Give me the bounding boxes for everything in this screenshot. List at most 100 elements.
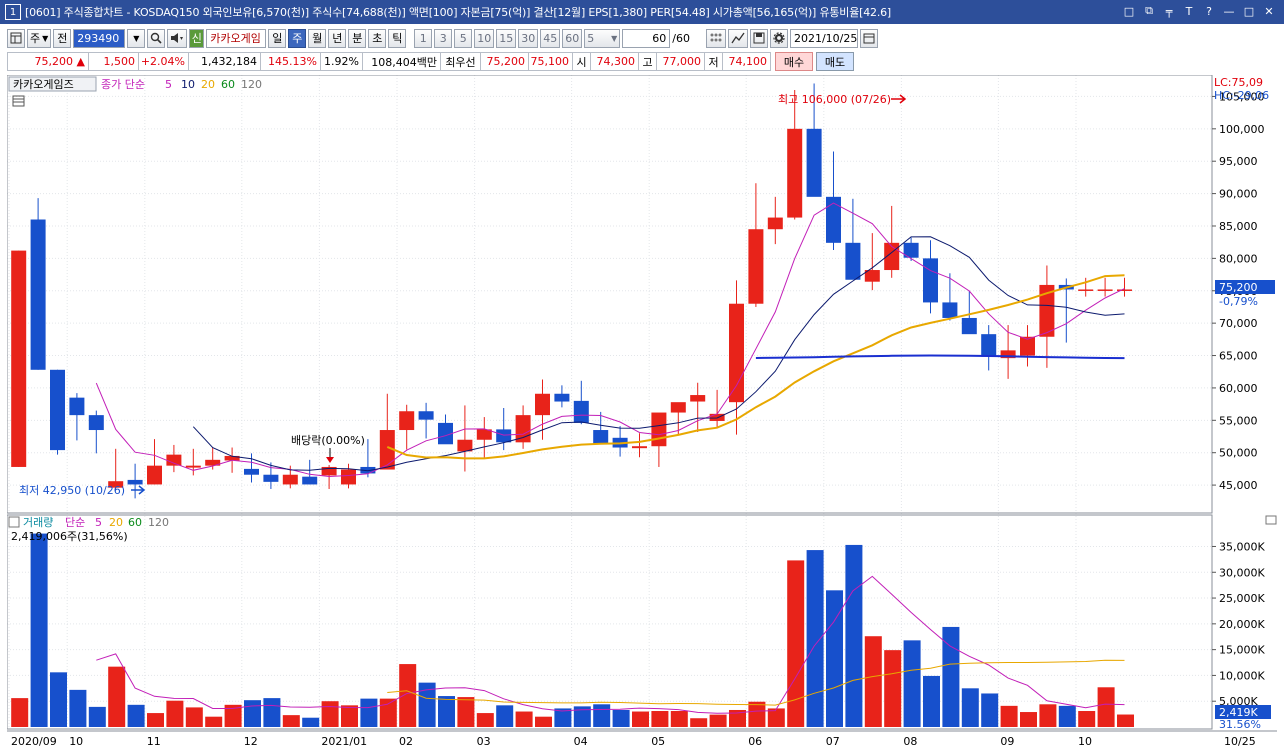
- interval-30-button[interactable]: 30: [518, 28, 539, 48]
- view-count-input[interactable]: 60: [622, 28, 671, 48]
- candle-body: [11, 250, 27, 467]
- text-tool-icon[interactable]: T: [1182, 3, 1196, 19]
- interval-3-button[interactable]: 3: [434, 28, 453, 48]
- stock-name-field[interactable]: 카카오게임: [206, 28, 267, 48]
- volume-bar: [806, 550, 824, 727]
- vol-ma5-legend: 5: [95, 516, 102, 529]
- window-number-badge[interactable]: 1: [5, 4, 21, 20]
- period-week-button[interactable]: 주: [288, 28, 307, 48]
- date-input[interactable]: 2021/10/25: [789, 28, 858, 48]
- candle-body: [535, 393, 550, 416]
- prev-button[interactable]: 전: [53, 28, 72, 48]
- link-window-icon[interactable]: ⧉: [1142, 3, 1156, 19]
- interval-10-button[interactable]: 10: [474, 28, 495, 48]
- view-count-value: 60: [652, 31, 667, 45]
- panel-close-icon[interactable]: [1265, 515, 1277, 525]
- period-minute-button[interactable]: 분: [348, 28, 367, 48]
- candle-body: [185, 465, 201, 468]
- volume-bar: [593, 704, 611, 727]
- volume-bar: [457, 697, 475, 727]
- search-icon[interactable]: [147, 28, 166, 48]
- volume-bar: [787, 560, 805, 727]
- interval-5-button[interactable]: 5: [454, 28, 473, 48]
- interval-select-value: 5: [587, 31, 595, 45]
- help-icon[interactable]: ?: [1202, 3, 1216, 19]
- candle-body: [670, 402, 686, 413]
- tool-grid-icon[interactable]: [705, 28, 726, 48]
- draw-tool-icon[interactable]: [727, 28, 748, 48]
- price-tick-label: 100,000: [1219, 123, 1265, 136]
- volume-bar: [612, 709, 630, 727]
- candle-body: [961, 317, 977, 335]
- volume-bar: [50, 672, 67, 727]
- volume-bar: [884, 650, 902, 727]
- candle-body: [806, 128, 822, 197]
- ma10-legend: 10: [181, 78, 195, 91]
- code-dropdown-button[interactable]: ▼: [127, 28, 146, 48]
- pin-icon[interactable]: ╤: [1162, 3, 1176, 19]
- volume-tick-label: 25,000K: [1219, 592, 1265, 605]
- maximize-icon[interactable]: □: [1242, 3, 1256, 19]
- minimize-icon[interactable]: —: [1222, 3, 1236, 19]
- low-label: 저: [705, 52, 723, 71]
- date-tick-label: 02: [399, 735, 413, 748]
- quote-info-bar: 75,200 ▲ 1,500 +2.04% 1,432,184 145.13% …: [0, 51, 1284, 72]
- chart-area[interactable]: 105,000100,00095,00090,00085,00080,00075…: [6, 74, 1277, 752]
- layout-icon-glyph: [10, 32, 22, 44]
- gear-icon-glyph: [773, 32, 785, 44]
- chevron-down-icon: ▼: [42, 33, 49, 43]
- candle-body: [651, 412, 667, 447]
- sell-button[interactable]: 매도: [816, 52, 854, 71]
- speaker-icon[interactable]: [167, 28, 188, 48]
- date-tick-label: 03: [477, 735, 491, 748]
- ma20-legend: 20: [201, 78, 215, 91]
- period-month-button[interactable]: 월: [308, 28, 327, 48]
- cycle-select[interactable]: 주 ▼: [27, 28, 52, 48]
- high-label: 고: [639, 52, 657, 71]
- interval-1-button[interactable]: 1: [414, 28, 433, 48]
- hc-label: HC:-29,06: [1214, 89, 1269, 102]
- candle-body: [942, 302, 958, 318]
- gear-icon[interactable]: [769, 28, 788, 48]
- close-icon[interactable]: ✕: [1262, 3, 1276, 19]
- candle-body: [244, 468, 259, 475]
- candle-body: [127, 479, 143, 485]
- volume-bar: [166, 700, 184, 727]
- save-icon[interactable]: [749, 28, 768, 48]
- up-arrow-icon: ▲: [76, 55, 85, 68]
- candle-body: [767, 217, 783, 230]
- candle-body: [30, 219, 46, 370]
- layout-icon[interactable]: [7, 28, 25, 48]
- candle-body: [729, 303, 744, 403]
- interval-60-button[interactable]: 60: [562, 28, 583, 48]
- candle-body: [826, 196, 841, 243]
- period-year-button[interactable]: 년: [328, 28, 347, 48]
- candle-body: [399, 411, 415, 431]
- period-second-button[interactable]: 초: [368, 28, 387, 48]
- period-tick-button[interactable]: 틱: [388, 28, 407, 48]
- volume-bar: [360, 698, 378, 727]
- buy-button[interactable]: 매수: [775, 52, 813, 71]
- price-tick-label: 45,000: [1219, 479, 1258, 492]
- interval-15-button[interactable]: 15: [496, 28, 517, 48]
- volume-bar: [438, 696, 455, 727]
- volume-tick-label: 15,000K: [1219, 644, 1265, 657]
- candlestick-chart[interactable]: 105,000100,00095,00090,00085,00080,00075…: [6, 74, 1277, 752]
- interval-select[interactable]: 5 ▼: [584, 28, 621, 48]
- stock-code-input[interactable]: 293490: [73, 28, 126, 48]
- interval-45-button[interactable]: 45: [540, 28, 561, 48]
- volume-tick-label: 20,000K: [1219, 618, 1265, 631]
- date-tick-label: 10: [69, 735, 83, 748]
- period-day-button[interactable]: 일: [268, 28, 287, 48]
- high-annotation: 최고 106,000 (07/26): [778, 93, 891, 106]
- candle-body: [981, 334, 997, 357]
- turnover-rate: 1.92%: [321, 52, 363, 71]
- calendar-icon[interactable]: [859, 28, 878, 48]
- volume-bar: [205, 716, 223, 727]
- volume-bar: [147, 713, 164, 727]
- volume-bar: [670, 711, 688, 727]
- volume-panel-handle[interactable]: [8, 516, 20, 528]
- credit-badge-icon[interactable]: 신: [189, 28, 205, 48]
- best-quote-label: 최우선: [441, 52, 481, 71]
- screen-icon[interactable]: □: [1122, 3, 1136, 19]
